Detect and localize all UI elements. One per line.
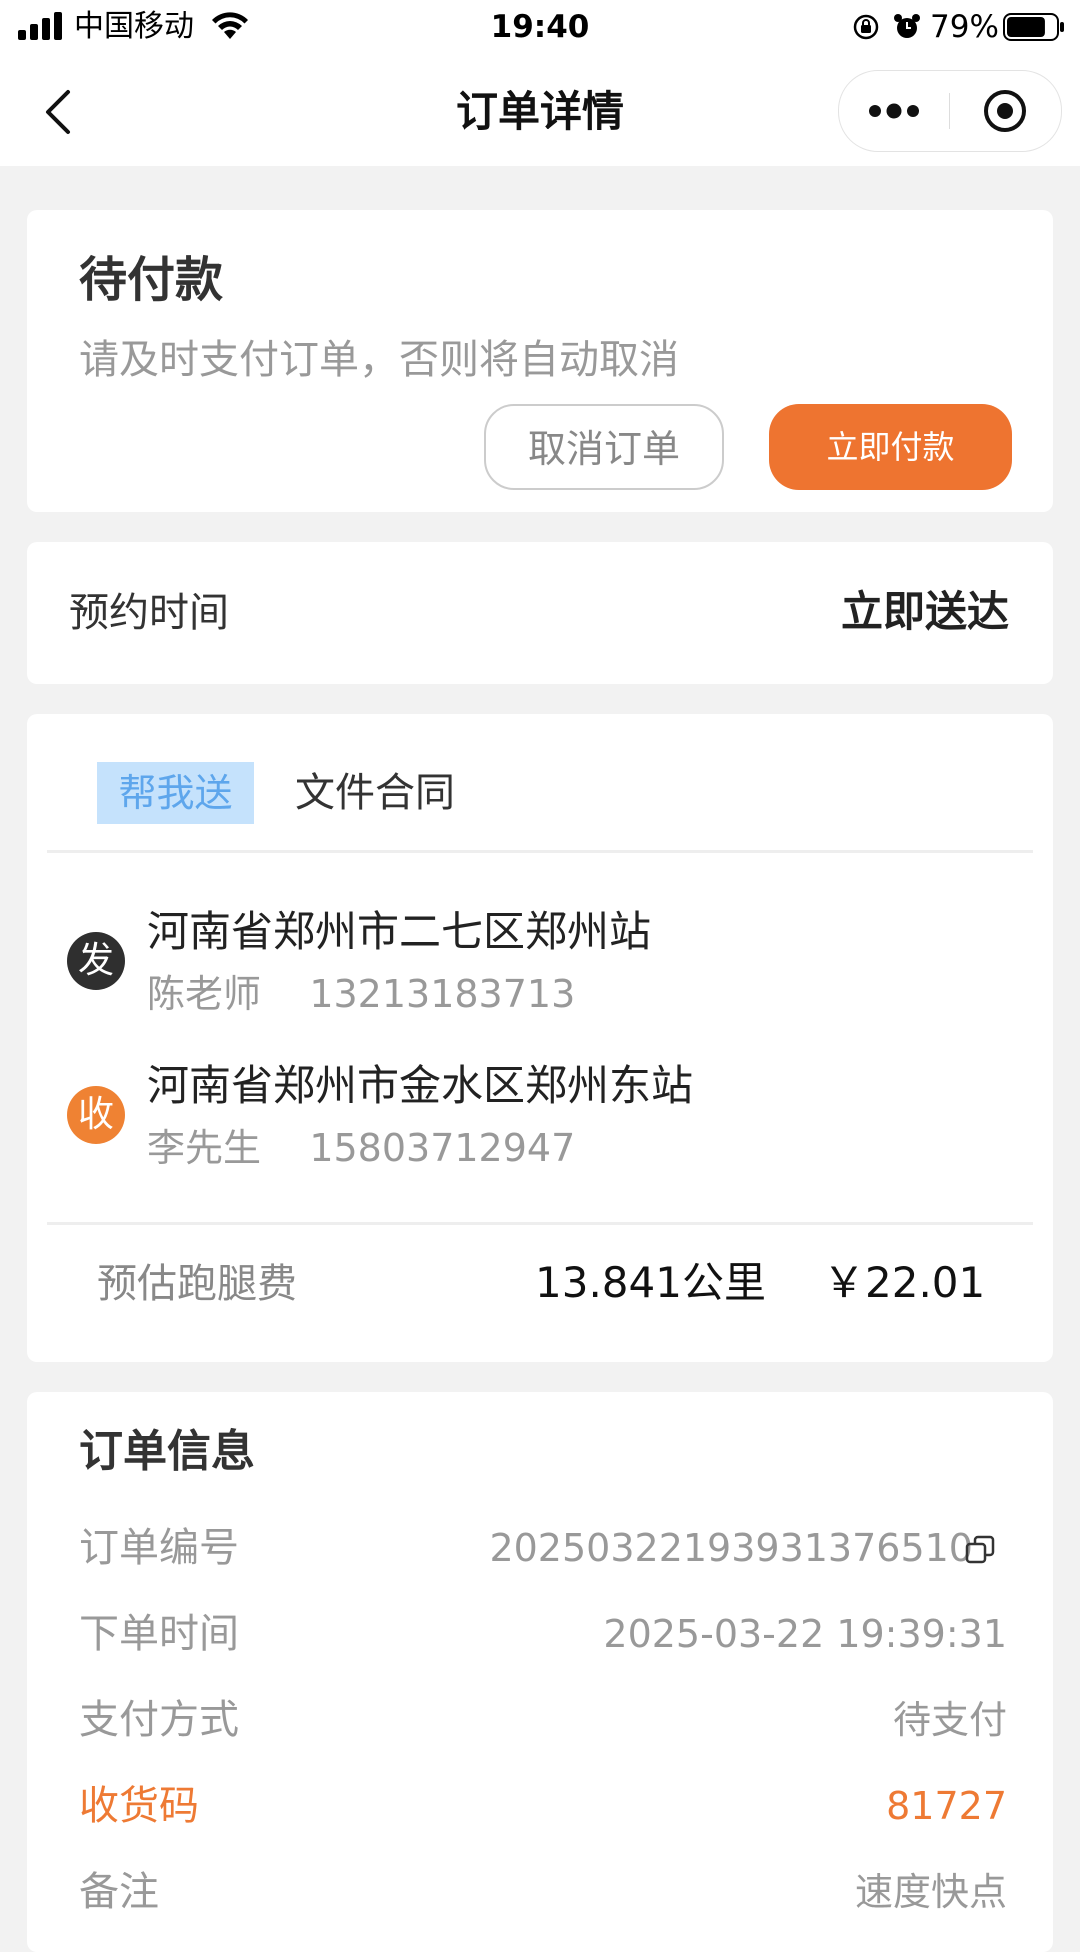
order-time-label: 下单时间 xyxy=(79,1611,239,1657)
status-bar: 中国移动 19:40 79% xyxy=(0,0,1080,56)
divider xyxy=(47,1222,1033,1225)
order-status-tip: 请及时支付订单，否则将自动取消 xyxy=(79,337,679,383)
order-status-card: 待付款 请及时支付订单，否则将自动取消 取消订单 立即付款 xyxy=(27,210,1053,512)
fee-price: ￥22.01 xyxy=(823,1258,986,1307)
payment-method-label: 支付方式 xyxy=(79,1697,239,1743)
divider xyxy=(47,850,1033,853)
copy-icon[interactable] xyxy=(965,1535,995,1565)
fee-label: 预估跑腿费 xyxy=(97,1261,297,1307)
payment-method-value: 待支付 xyxy=(892,1698,1007,1742)
rotation-lock-icon xyxy=(853,14,879,40)
order-status-title: 待付款 xyxy=(79,252,224,308)
service-tag: 帮我送 xyxy=(97,762,254,824)
sender-contact: 陈老师 13213183713 xyxy=(147,972,576,1016)
cancel-order-button[interactable]: 取消订单 xyxy=(484,404,724,490)
order-info-card: 订单信息 订单编号 20250322193931376510 下单时间 2025… xyxy=(27,1392,1053,1952)
order-info-title: 订单信息 xyxy=(79,1426,255,1477)
appointment-card: 预约时间 立即送达 xyxy=(27,542,1053,684)
receiver-badge: 收 xyxy=(67,1086,125,1144)
receipt-code-label: 收货码 xyxy=(79,1783,199,1829)
appointment-value: 立即送达 xyxy=(840,587,1009,636)
more-icon[interactable] xyxy=(865,93,923,129)
receiver-address: 河南省郑州市金水区郑州东站 xyxy=(147,1061,694,1110)
battery-percent: 79% xyxy=(930,9,999,45)
order-number-label: 订单编号 xyxy=(79,1525,239,1571)
mini-program-capsule xyxy=(838,70,1062,152)
target-icon[interactable] xyxy=(983,89,1027,133)
appointment-label: 预约时间 xyxy=(69,590,229,636)
remark-label: 备注 xyxy=(79,1869,159,1915)
receiver-contact: 李先生 15803712947 xyxy=(147,1126,576,1170)
delivery-card: 帮我送 文件合同 发 河南省郑州市二七区郑州站 陈老师 13213183713 … xyxy=(27,714,1053,1362)
battery-icon xyxy=(1003,13,1064,41)
order-time-value: 2025-03-22 19:39:31 xyxy=(603,1612,1007,1656)
sender-address: 河南省郑州市二七区郑州站 xyxy=(147,907,652,956)
remark-value: 速度快点 xyxy=(854,1870,1007,1914)
pay-now-button[interactable]: 立即付款 xyxy=(769,404,1012,490)
item-category: 文件合同 xyxy=(295,770,455,816)
receipt-code-value: 81727 xyxy=(886,1784,1007,1828)
capsule-divider xyxy=(949,93,950,129)
nav-bar: 订单详情 xyxy=(0,56,1080,166)
order-number-value: 20250322193931376510 xyxy=(489,1526,973,1570)
fee-distance: 13.841公里 xyxy=(535,1258,766,1307)
alarm-icon xyxy=(894,14,920,38)
sender-badge: 发 xyxy=(67,932,125,990)
